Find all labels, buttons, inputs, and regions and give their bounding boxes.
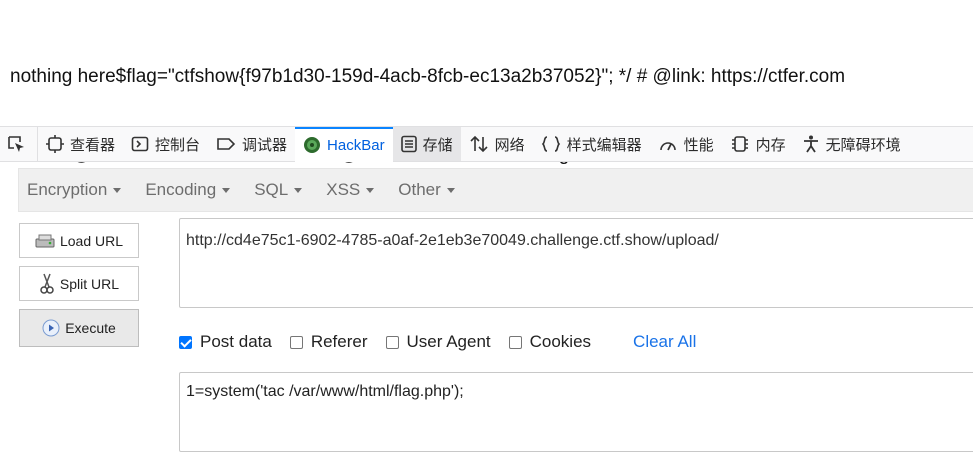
chevron-down-icon [446, 187, 455, 193]
tab-debugger[interactable]: 调试器 [208, 127, 295, 161]
tab-performance[interactable]: 性能 [650, 127, 722, 161]
menu-other[interactable]: Other [390, 180, 463, 200]
cookies-label: Cookies [529, 332, 592, 351]
element-picker-icon [7, 136, 24, 152]
page-output: nothing here$flag="ctfshow{f97b1d30-159d… [10, 12, 845, 194]
cookies-checkbox[interactable] [508, 335, 522, 349]
menu-xss[interactable]: XSS [318, 180, 382, 200]
chevron-down-icon [366, 187, 375, 193]
performance-icon [659, 142, 676, 151]
menu-other-label: Other [398, 180, 441, 199]
hackbar-icon [304, 137, 321, 153]
tab-style-editor[interactable]: 样式编辑器 [533, 127, 650, 161]
user-agent-label: User Agent [406, 332, 491, 351]
execute-button[interactable]: Execute [19, 309, 139, 347]
tab-accessibility[interactable]: 无障碍环境 [794, 127, 909, 161]
tab-hackbar-label: HackBar [327, 136, 385, 154]
referer-option[interactable]: Referer [289, 332, 368, 352]
tab-memory-label: 内存 [755, 136, 786, 154]
scissors-icon [40, 273, 54, 294]
tab-memory[interactable]: 内存 [722, 127, 794, 161]
split-url-button[interactable]: Split URL [19, 266, 139, 301]
chevron-down-icon [294, 187, 303, 193]
split-url-label: Split URL [59, 275, 120, 292]
request-options: Post data Referer User Agent Cookies Cle… [179, 330, 696, 354]
post-data-label: Post data [200, 332, 272, 351]
menu-xss-label: XSS [326, 180, 361, 199]
user-agent-option[interactable]: User Agent [385, 332, 491, 352]
clear-all-link[interactable]: Clear All [633, 332, 696, 352]
chevron-down-icon [222, 187, 231, 193]
tab-storage[interactable]: 存储 [392, 127, 461, 161]
inspector-icon [46, 135, 64, 153]
load-url-button[interactable]: Load URL [19, 223, 139, 258]
storage-icon [400, 135, 417, 153]
tab-inspector-label: 查看器 [70, 136, 116, 154]
hackbar-menu: Encryption Encoding SQL XSS Other [18, 168, 973, 212]
user-agent-checkbox[interactable] [385, 335, 399, 349]
memory-icon [731, 136, 748, 152]
tab-network[interactable]: 网络 [461, 127, 533, 161]
url-input[interactable]: http://cd4e75c1-6902-4785-a0af-2e1eb3e70… [179, 218, 973, 308]
menu-encoding[interactable]: Encoding [137, 180, 238, 200]
tab-inspector[interactable]: 查看器 [38, 127, 123, 161]
menu-sql[interactable]: SQL [246, 180, 310, 200]
accessibility-icon [803, 135, 818, 153]
style-editor-icon [541, 136, 560, 152]
menu-encryption[interactable]: Encryption [19, 180, 129, 200]
page-output-line-1: nothing here$flag="ctfshow{f97b1d30-159d… [10, 66, 846, 87]
post-data-option[interactable]: Post data [179, 332, 272, 352]
menu-encoding-label: Encoding [145, 180, 217, 199]
url-value: http://cd4e75c1-6902-4785-a0af-2e1eb3e70… [186, 232, 719, 249]
referer-label: Referer [310, 332, 368, 351]
tab-network-label: 网络 [494, 136, 525, 154]
load-url-label: Load URL [59, 232, 124, 249]
load-url-icon [35, 234, 55, 247]
tab-hackbar[interactable]: HackBar [295, 126, 393, 162]
tab-storage-label: 存储 [422, 136, 453, 154]
execute-label: Execute [65, 320, 116, 336]
post-data-input[interactable]: 1=system('tac /var/www/html/flag.php'); [179, 372, 973, 452]
post-data-value: 1=system('tac /var/www/html/flag.php'); [186, 383, 464, 400]
play-icon [42, 319, 60, 337]
tab-accessibility-label: 无障碍环境 [825, 136, 901, 154]
menu-sql-label: SQL [254, 180, 289, 199]
referer-checkbox[interactable] [289, 335, 303, 349]
post-data-checkbox[interactable] [179, 335, 192, 349]
element-picker-button[interactable] [0, 127, 38, 161]
tab-performance-label: 性能 [683, 136, 714, 154]
tab-debugger-label: 调试器 [242, 136, 288, 154]
cookies-option[interactable]: Cookies [508, 332, 592, 352]
tab-console[interactable]: 控制台 [123, 127, 208, 161]
console-icon [131, 136, 149, 152]
network-icon [470, 135, 488, 153]
tab-style-editor-label: 样式编辑器 [566, 136, 642, 154]
chevron-down-icon [113, 187, 122, 193]
devtools-toolbar: 查看器 控制台 调试器 HackBar 存储 网络 样式编辑器 性能 内存 无障… [0, 126, 973, 162]
menu-encryption-label: Encryption [27, 180, 108, 199]
tab-console-label: 控制台 [155, 136, 201, 154]
debugger-icon [217, 138, 236, 150]
